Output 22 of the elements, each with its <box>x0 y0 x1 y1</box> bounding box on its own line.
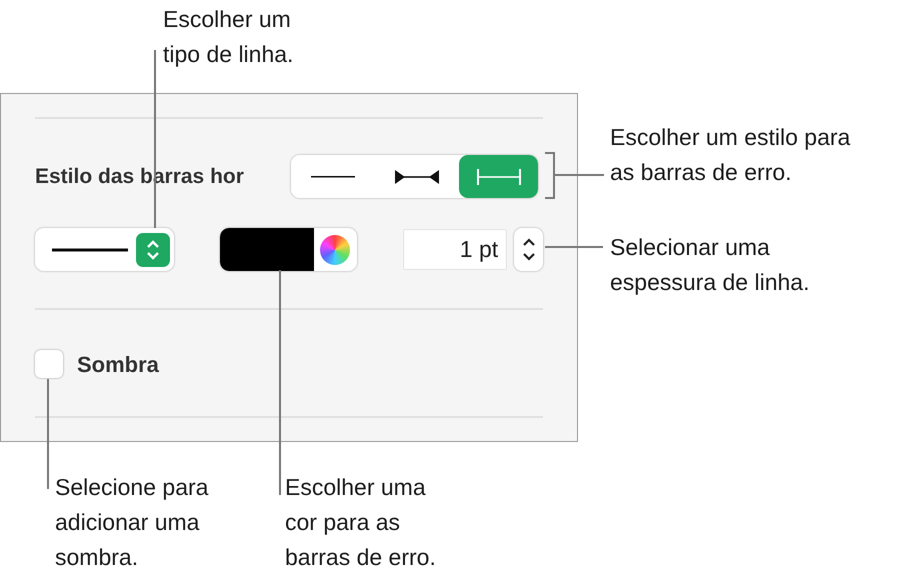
shadow-label: Sombra <box>77 350 159 378</box>
bracket-leader-drawing <box>543 152 605 199</box>
down-chevron-icon <box>522 252 536 261</box>
segment-button[interactable] <box>375 155 459 198</box>
arrows-icon <box>395 170 439 184</box>
color-wheel-icon[interactable] <box>320 234 350 264</box>
callout-text: Escolher um estilo para as barras de erro. <box>610 123 850 187</box>
callout-text: Escolher uma cor para as barras de erro. <box>285 473 436 572</box>
callout-text: Escolher um tipo de linha. <box>163 5 294 69</box>
chevrons-icon <box>136 232 170 266</box>
line-type-popup[interactable] <box>35 228 174 271</box>
thickness-field[interactable]: 1 pt <box>404 230 506 269</box>
line-icon <box>311 174 355 178</box>
leader-line <box>545 246 603 248</box>
up-chevron-icon <box>522 238 536 247</box>
stepper[interactable] <box>514 228 543 271</box>
line-icon <box>52 248 128 252</box>
color-well[interactable] <box>220 228 357 271</box>
callout-text: Selecione para adicionar uma sombra. <box>55 473 208 572</box>
capped-line-icon <box>476 168 520 184</box>
shadow-checkbox[interactable] <box>35 350 63 378</box>
callout-text: Selecionar uma espessura de linha. <box>610 233 810 297</box>
